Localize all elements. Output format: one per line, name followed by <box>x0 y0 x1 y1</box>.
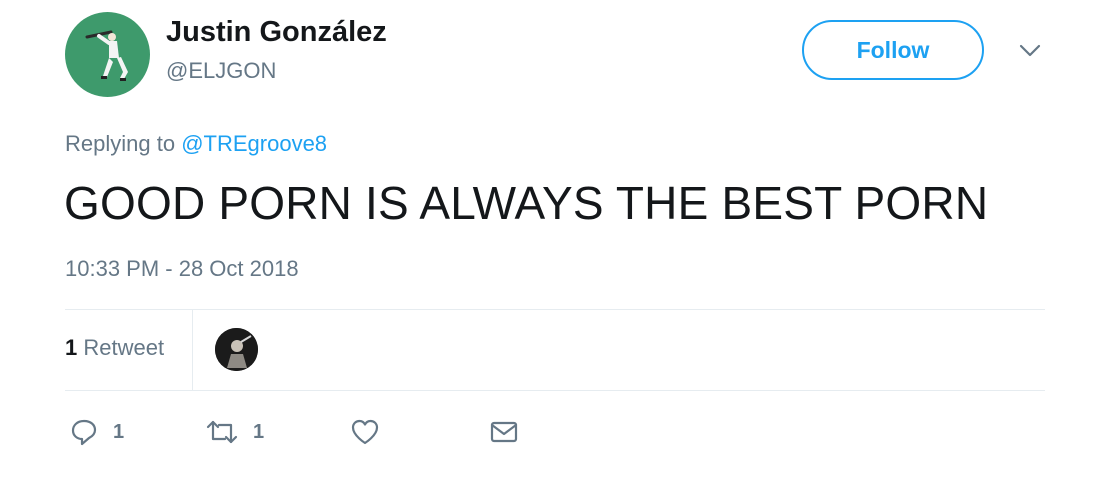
stats-divider <box>192 309 193 390</box>
author-handle[interactable]: @ELJGON <box>166 58 276 84</box>
follow-button[interactable]: Follow <box>802 20 984 80</box>
reply-target-link[interactable]: @TREgroove8 <box>181 131 327 156</box>
tweet-actions: 1 1 <box>65 412 565 452</box>
reply-count: 1 <box>113 420 125 443</box>
replying-to-label: Replying to <box>65 131 176 156</box>
retweet-count: 1 <box>253 420 265 443</box>
tweet-text: GOOD PORN IS ALWAYS THE BEST PORN <box>64 177 989 229</box>
retweet-icon <box>206 420 238 444</box>
author-name[interactable]: Justin González <box>166 16 387 49</box>
tweet-stats: 1 Retweet <box>65 309 1045 390</box>
chevron-down-icon[interactable] <box>1016 38 1044 62</box>
message-icon <box>490 421 518 443</box>
baseball-player-image <box>85 30 128 81</box>
like-icon <box>351 419 379 445</box>
reply-icon <box>71 419 97 446</box>
retweet-action[interactable]: 1 <box>205 412 264 452</box>
divider-bottom <box>65 390 1045 391</box>
retweeter-avatar[interactable] <box>215 328 258 371</box>
retweet-stat[interactable]: 1 Retweet <box>65 335 164 361</box>
tweet-timestamp[interactable]: 10:33 PM - 28 Oct 2018 <box>65 256 299 282</box>
retweet-stat-label: Retweet <box>83 335 165 360</box>
like-action[interactable] <box>349 412 381 452</box>
message-action[interactable] <box>488 412 520 452</box>
reply-action[interactable]: 1 <box>69 412 124 452</box>
retweeter-image <box>215 328 258 371</box>
replying-to: Replying to @TREgroove8 <box>65 131 327 157</box>
retweet-stat-count: 1 <box>65 335 78 360</box>
author-avatar[interactable] <box>65 12 150 97</box>
